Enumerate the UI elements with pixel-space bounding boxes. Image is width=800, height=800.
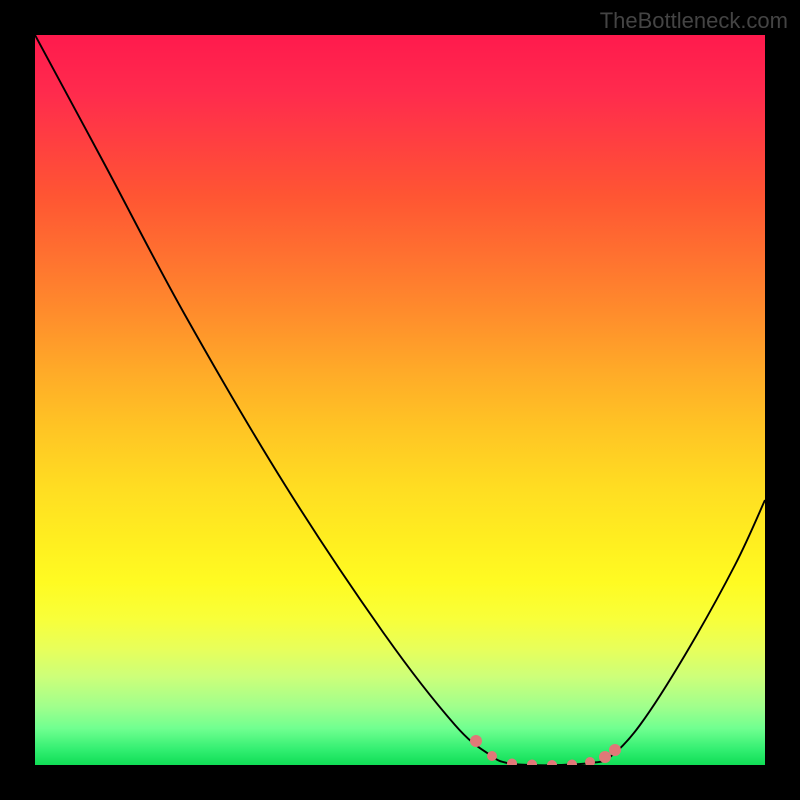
- curve-path: [35, 35, 765, 765]
- highlight-dot: [507, 759, 517, 766]
- highlight-dot: [547, 760, 557, 765]
- watermark-text: TheBottleneck.com: [600, 8, 788, 34]
- highlight-dot: [567, 760, 577, 766]
- highlight-dot: [599, 751, 611, 763]
- highlight-markers: [470, 735, 621, 765]
- highlight-dot: [470, 735, 482, 747]
- highlight-dot: [609, 744, 621, 756]
- highlight-dot: [527, 760, 537, 766]
- highlight-dot: [585, 757, 595, 765]
- chart-curve: [35, 35, 765, 765]
- highlight-dot: [487, 751, 497, 761]
